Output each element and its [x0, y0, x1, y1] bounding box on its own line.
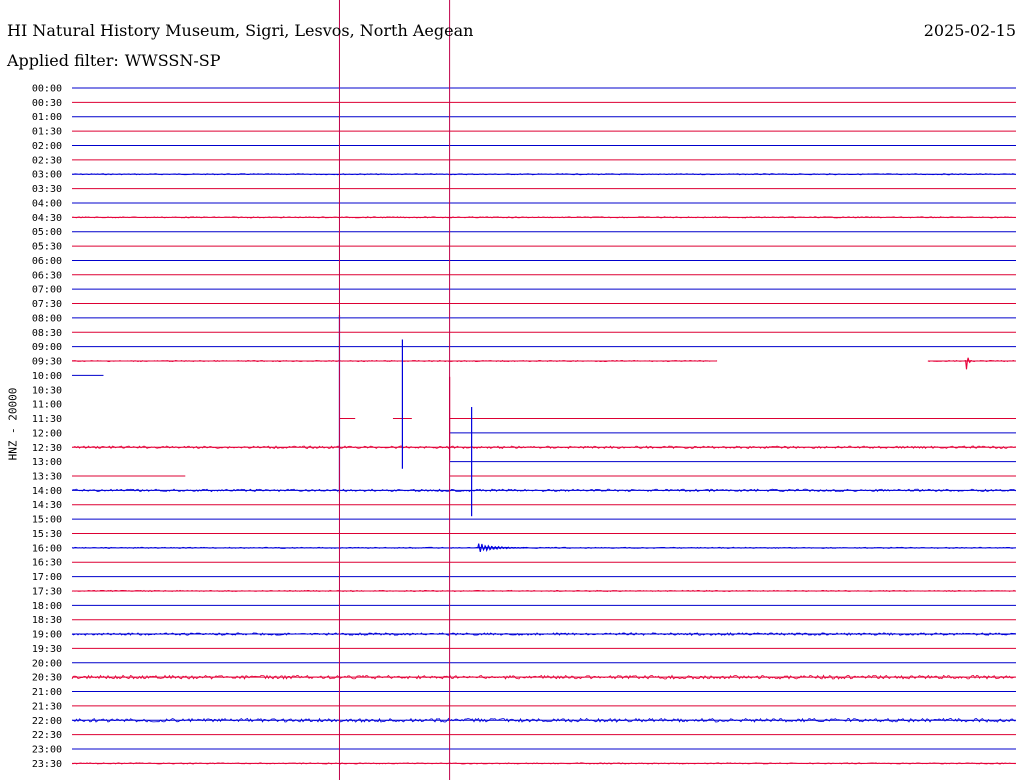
row-time-label: 04:00: [32, 198, 62, 209]
row-time-label: 02:00: [32, 141, 62, 152]
row-time-label: 20:30: [32, 673, 62, 684]
row-time-label: 21:30: [32, 701, 62, 712]
filter-line: Applied filter: WWSSN-SP: [7, 52, 220, 70]
row-time-label: 08:00: [32, 313, 62, 324]
row-time-label: 22:00: [32, 716, 62, 727]
row-time-label: 04:30: [32, 213, 62, 224]
row-time-label: 21:00: [32, 687, 62, 698]
row-time-label: 00:30: [32, 98, 62, 109]
row-time-label: 15:30: [32, 529, 62, 540]
trace-noise: [71, 445, 1016, 450]
row-time-label: 07:30: [32, 299, 62, 310]
row-time-label: 16:00: [32, 543, 62, 554]
y-axis-label: HNZ - 20000: [6, 387, 20, 461]
row-time-label: 16:30: [32, 558, 62, 569]
row-time-label: 17:30: [32, 586, 62, 597]
row-time-label: 17:00: [32, 572, 62, 583]
row-time-label: 00:00: [32, 84, 62, 95]
row-time-label: 20:00: [32, 658, 62, 669]
row-time-label: 15:00: [32, 515, 62, 526]
row-time-label: 23:00: [32, 745, 62, 756]
row-time-label: 13:00: [32, 457, 62, 468]
row-time-label: 03:30: [32, 184, 62, 195]
row-time-label: 13:30: [32, 471, 62, 482]
row-time-label: 09:30: [32, 357, 62, 368]
row-time-label: 06:00: [32, 256, 62, 267]
row-time-label: 07:00: [32, 285, 62, 296]
row-time-label: 01:30: [32, 127, 62, 138]
row-time-label: 18:30: [32, 615, 62, 626]
row-time-label: 14:00: [32, 486, 62, 497]
row-time-label: 19:30: [32, 644, 62, 655]
filter-label: Applied filter:: [7, 51, 119, 70]
row-time-label: 06:30: [32, 270, 62, 281]
station-title: HI Natural History Museum, Sigri, Lesvos…: [7, 21, 474, 40]
row-time-label: 08:30: [32, 328, 62, 339]
row-time-label: 18:00: [32, 601, 62, 612]
row-time-label: 22:30: [32, 730, 62, 741]
row-time-label: 14:30: [32, 500, 62, 511]
row-time-label: 10:30: [32, 385, 62, 396]
row-time-label: 12:30: [32, 443, 62, 454]
row-time-label: 05:00: [32, 227, 62, 238]
row-time-label: 09:00: [32, 342, 62, 353]
helicorder-plot: 00:00 00:30 01:00 01:30 02:00 02:30 03:00 03:30…: [32, 0, 1016, 780]
row-time-label: 03:00: [32, 170, 62, 181]
row-time-label: 10:00: [32, 371, 62, 382]
row-time-label: 11:00: [32, 400, 62, 411]
plot-date: 2025-02-15: [923, 21, 1016, 40]
filter-value: WWSSN-SP: [124, 51, 221, 70]
row-time-label: 11:30: [32, 414, 62, 425]
row-time-label: 12:00: [32, 428, 62, 439]
row-time-label: 23:30: [32, 759, 62, 770]
row-time-label: 05:30: [32, 242, 62, 253]
row-time-label: 19:00: [32, 630, 62, 641]
seismic-event-waveform: [965, 357, 972, 370]
row-time-label: 01:00: [32, 112, 62, 123]
row-time-label: 02:30: [32, 155, 62, 166]
